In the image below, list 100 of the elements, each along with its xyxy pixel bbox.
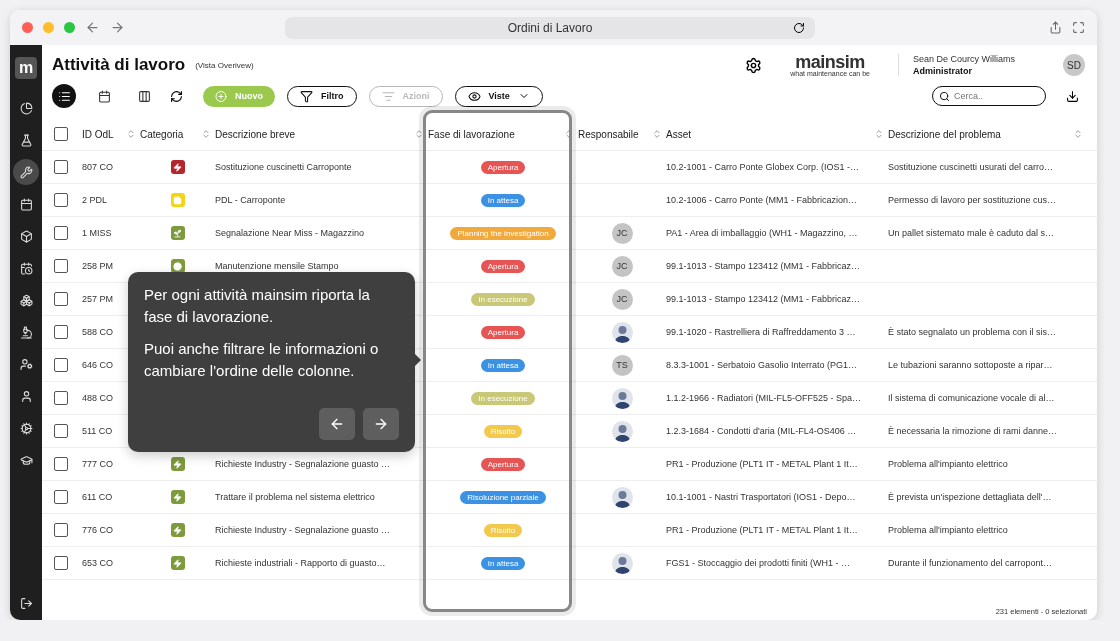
close-icon[interactable] [22, 22, 33, 33]
wrench-icon [19, 165, 33, 179]
back-icon[interactable] [85, 20, 100, 35]
checkbox[interactable] [54, 490, 68, 504]
graduation-cap-icon [19, 453, 33, 467]
status-badge: Risolto [483, 523, 523, 537]
logout-icon[interactable] [19, 597, 33, 610]
microscope-icon [19, 325, 33, 339]
filter-icon [300, 89, 313, 103]
plus-icon [215, 89, 227, 103]
column-header[interactable]: Descrizione breve [215, 128, 296, 140]
table-cell-text: 99.1-1013 - Stampo 123412 (MM1 - Fabbricaz… [666, 294, 862, 304]
checkbox[interactable] [54, 193, 68, 207]
table-cell-text: Il sistema di comunicazione vocale di al… [888, 393, 1056, 403]
avatar-icon [611, 552, 633, 574]
forward-icon[interactable] [110, 20, 125, 35]
user-name: Sean De Courcy Williams [913, 54, 1017, 64]
table-cell-text: È necessaria la rimozione di rami danne… [888, 426, 1059, 436]
browser-title: Ordini di Lavoro [507, 20, 593, 35]
views-button[interactable]: Viste [454, 85, 543, 107]
column-header[interactable]: Responsabile [578, 128, 639, 140]
checkbox[interactable] [54, 523, 68, 537]
checkbox[interactable] [54, 325, 68, 339]
table-cell-text: Le tubazioni saranno sottoposte a ripar… [888, 360, 1054, 370]
column-header[interactable]: Asset [666, 128, 691, 140]
table-cell-text: Richieste Industry - Segnalazione guasto … [215, 459, 392, 469]
status-badge: In esecuzione [471, 391, 535, 405]
checkbox[interactable] [54, 358, 68, 372]
table-cell-text: 258 PM [82, 261, 115, 271]
status-badge: Planning the investigation [450, 226, 556, 240]
table-cell-text: Durante il funzionamento del carropont… [888, 558, 1054, 568]
checkbox[interactable] [54, 160, 68, 174]
arrow-right-icon [373, 416, 389, 432]
table-cell-text: Manutenzione mensile Stampo [215, 261, 340, 271]
table-cell-text: È stato segnalato un problema con il sis… [888, 327, 1058, 337]
table-cell-text: 10.2-1001 - Carro Ponte Globex Corp. (IOS1 -… [666, 162, 861, 172]
download-icon[interactable] [1066, 89, 1079, 103]
status-badge: Apertura [480, 259, 526, 273]
table-cell-text: 2 PDL [82, 195, 108, 205]
view-button[interactable] [52, 84, 76, 108]
status-badge: In attesa [480, 193, 526, 207]
column-header[interactable]: Categoria [140, 128, 184, 140]
filter-button[interactable]: Filtro [287, 85, 357, 107]
column-header[interactable]: Fase di lavorazione [428, 128, 515, 140]
tooltip-text: Per ogni attività mainsim riporta la fase di lavorazione. [144, 285, 371, 327]
avatar: JC [611, 288, 633, 310]
brand-logo: mainsim [795, 53, 865, 70]
checkbox[interactable] [54, 391, 68, 405]
user-icon [19, 389, 33, 403]
search-icon [939, 90, 950, 102]
view-subtitle: (Vista Overivew) [195, 60, 254, 70]
checkbox[interactable] [54, 127, 68, 141]
table-cell-text: Permesso di lavoro per sostituzione cus… [888, 195, 1058, 205]
checkbox[interactable] [54, 556, 68, 570]
table-cell-text: 8.3.3-1001 - Serbatoio Gasolio Interrato (PG1… [666, 360, 859, 370]
calendar-icon [19, 197, 33, 211]
avatar-icon [611, 387, 633, 409]
column-header[interactable]: Descrizione del problema [888, 128, 1001, 140]
user-role: Administrator [913, 66, 973, 76]
refresh-icon[interactable] [170, 89, 183, 103]
table-cell-text: 653 CO [82, 558, 115, 568]
table-cell-text: 611 CO [82, 492, 114, 502]
table-cell-text: 488 CO [82, 393, 115, 403]
address-bar[interactable]: Ordini di Lavoro [285, 16, 815, 39]
avatar-icon [611, 486, 633, 508]
avatar-icon [611, 321, 633, 343]
boxes-icon [19, 293, 33, 307]
column-header[interactable]: ID OdL [82, 128, 114, 140]
checkbox[interactable] [54, 457, 68, 471]
previous-button[interactable] [319, 408, 355, 440]
sort-icon[interactable] [414, 129, 424, 139]
table-cell-text: Sostituzione cuscinetti Carroponte [215, 162, 353, 172]
user-avatar[interactable]: SD [1063, 54, 1085, 76]
table-cell-text: 777 CO [82, 459, 115, 469]
fullscreen-icon[interactable] [1072, 21, 1085, 34]
checkbox[interactable] [54, 259, 68, 273]
status-badge: Risoluzione parziale [460, 490, 546, 504]
tooltip-text: Puoi anche filtrare le informazioni o cambiare l'ordine delle colonne. [144, 339, 380, 381]
pie-chart-icon [19, 101, 33, 115]
table-cell-text: Problema all'impianto elettrico [888, 459, 1009, 469]
table-cell-text: PDL - Carroponte [215, 195, 287, 205]
table-cell-text: 1 MISS [82, 228, 113, 238]
share-icon[interactable] [1049, 21, 1062, 34]
user-cog-icon [19, 357, 33, 371]
table-cell-text: Segnalazione Near Miss - Magazzino [215, 228, 366, 238]
status-badge: Apertura [480, 160, 526, 174]
sidebar-item[interactable] [13, 159, 39, 185]
avatar: TS [611, 354, 633, 376]
next-button[interactable] [363, 408, 399, 440]
table-cell-text: Problema all'impianto elettrico [888, 525, 1009, 535]
search-input[interactable]: Cerca.. [954, 91, 1034, 101]
checkbox[interactable] [54, 292, 68, 306]
checkbox[interactable] [54, 424, 68, 438]
table-cell-text: FGS1 - Stoccaggio dei prodotti finiti (WH1 - … [666, 558, 852, 568]
table-cell-text: 807 CO [82, 162, 115, 172]
page-title: Attività di lavoro [52, 55, 186, 75]
settings-icon[interactable] [745, 56, 763, 74]
checkbox[interactable] [54, 226, 68, 240]
reload-icon[interactable] [793, 21, 805, 34]
table-cell-text: 1.2.3-1684 - Condotti d'aria (MIL-FL4-OS406 … [666, 426, 858, 436]
